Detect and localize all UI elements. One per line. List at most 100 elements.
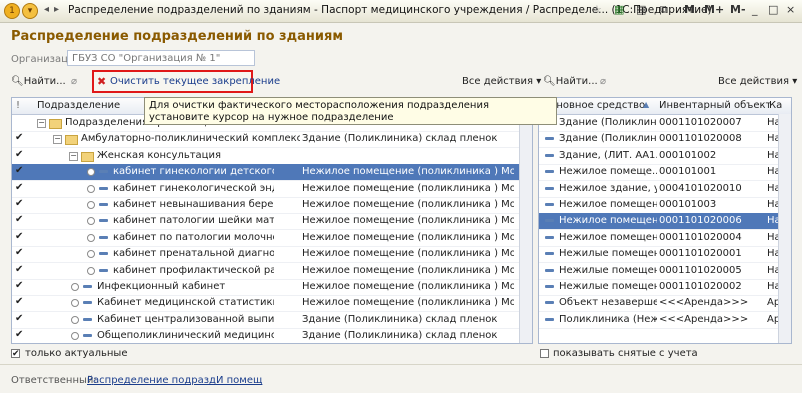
table-row[interactable]: Здание (Поликлин...0001101020008На xyxy=(539,131,791,149)
table-row[interactable]: ✔ Инфекционный кабинет Нежилое помещение (… xyxy=(12,279,532,296)
table-header: Основное средство ▲ Инвентарный объект К… xyxy=(539,98,791,115)
responsible-link[interactable]: Распределение подраздИ помещ xyxy=(87,375,262,386)
right-all-actions-button[interactable]: Все действия ▾ xyxy=(718,76,797,87)
back-arrow-icon[interactable]: ◂ xyxy=(44,4,49,15)
close-button[interactable]: × xyxy=(786,3,795,16)
app-logo-icon[interactable]: 1 xyxy=(4,3,20,19)
inventory-cell: 0001101020007 xyxy=(659,117,742,128)
assets-table[interactable]: Основное средство ▲ Инвентарный объект К… xyxy=(538,97,792,344)
check-icon: ✔ xyxy=(15,132,24,144)
left-find-button[interactable]: 🔍︎Найти... xyxy=(11,76,66,87)
table-row[interactable]: ✔ кабинет невынашивания беременности Нежил… xyxy=(12,197,532,214)
memory-mplus-button[interactable]: M+ xyxy=(704,3,724,16)
element-icon xyxy=(83,301,92,305)
element-icon xyxy=(545,186,554,190)
column-header-k[interactable]: Ка xyxy=(769,100,782,111)
asset-cell: Нежилое помещен... xyxy=(559,231,657,243)
element-icon xyxy=(83,317,92,321)
table-row[interactable]: ✔ кабинет по патологии молочной железы Неж… xyxy=(12,230,532,247)
radio-marker-icon[interactable] xyxy=(87,250,95,259)
radio-marker-icon[interactable] xyxy=(87,184,95,193)
favorite-star-icon[interactable]: ☆ xyxy=(592,3,602,16)
calendar-icon[interactable]: ▦ xyxy=(614,3,624,16)
left-scrollbar[interactable] xyxy=(519,114,532,343)
asset-cell: Здание (Поликлин... xyxy=(559,117,657,128)
radio-marker-icon[interactable] xyxy=(71,283,79,291)
table-row[interactable]: ✔ Общеполиклинический медицинский перс...… xyxy=(12,328,532,343)
column-header-department[interactable]: Подразделение xyxy=(37,100,120,111)
table-row[interactable]: ✔ кабинет гинекологии детского и подр... Н… xyxy=(12,164,532,182)
forward-arrow-icon[interactable]: ▸ xyxy=(54,4,59,15)
department-name: кабинет гинекологии детского и подр... xyxy=(113,166,274,178)
element-icon xyxy=(545,203,554,206)
memory-m-button[interactable]: M xyxy=(684,3,695,16)
copy-icon[interactable]: ⧉ xyxy=(660,3,668,17)
calculator-icon[interactable]: ▤ xyxy=(636,3,646,16)
table-row[interactable]: Поликлиника (Неж...<<<Аренда>>>Ар xyxy=(539,312,791,329)
table-row[interactable]: Нежилое здание, у...0004101020010На xyxy=(539,181,791,198)
footer-divider xyxy=(0,364,802,365)
radio-marker-icon[interactable] xyxy=(71,299,79,308)
cancel-search-icon[interactable]: ⌀ xyxy=(71,76,77,87)
radio-marker-icon[interactable] xyxy=(87,201,95,209)
asset-cell: Поликлиника (Неж... xyxy=(559,313,657,325)
check-icon: ✔ xyxy=(15,312,24,324)
table-row[interactable]: ✔ кабинет пренатальной диагностики Нежилое… xyxy=(12,246,532,264)
collapse-toggle-icon[interactable]: − xyxy=(69,151,78,161)
table-row[interactable]: Нежилые помещен...0001101020002На xyxy=(539,279,791,296)
table-row[interactable]: ✔ кабинет патологии шейки матки Нежилое по… xyxy=(12,213,532,231)
show-removed-checkbox[interactable] xyxy=(540,349,549,358)
element-icon xyxy=(83,334,92,338)
table-row[interactable]: ✔ кабинет профилактической работы Нежилое … xyxy=(12,263,532,280)
table-row[interactable]: ✔ Кабинет централизованной выписки реце..… xyxy=(12,312,532,329)
inventory-cell: 0004101020010 xyxy=(659,182,742,194)
radio-marker-icon[interactable] xyxy=(71,315,79,324)
departments-table[interactable]: ! Подразделение − Подразделения организац… xyxy=(11,97,533,344)
table-row[interactable]: ✔ − Женская консультация xyxy=(12,148,532,165)
inventory-cell: 0001101020006 xyxy=(659,215,742,227)
menu-icon[interactable]: ▾ xyxy=(22,3,38,19)
table-row[interactable]: Нежилое помещен...000101003На xyxy=(539,197,791,214)
radio-marker-icon[interactable] xyxy=(71,332,79,341)
building-cell: Здание (Поликлиника) склад пленок xyxy=(302,330,498,342)
collapse-toggle-icon[interactable]: − xyxy=(37,119,46,128)
table-row[interactable]: ✔ Кабинет медицинской статистики Нежилое п… xyxy=(12,295,532,313)
radio-marker-icon[interactable] xyxy=(87,266,95,275)
table-row[interactable]: Здание, (ЛИТ. АА1...000101002На xyxy=(539,148,791,165)
table-row[interactable]: Объект незаверше...<<<Аренда>>>Ар xyxy=(539,295,791,313)
check-icon: ✔ xyxy=(15,263,24,275)
maximize-button[interactable]: □ xyxy=(768,3,778,16)
column-header-inventory[interactable]: Инвентарный объект xyxy=(659,100,771,111)
table-row[interactable]: ✔ кабинет гинекологической эндокрино... Не… xyxy=(12,181,532,198)
table-row[interactable]: Нежилое помещен...0001101020006На xyxy=(539,213,791,231)
asset-cell: Нежилое помеще... xyxy=(559,166,657,178)
cancel-search-icon-right[interactable]: ⌀ xyxy=(600,76,606,87)
right-scrollbar[interactable] xyxy=(778,114,791,343)
form-heading: Распределение подразделений по зданиям xyxy=(11,29,343,44)
minimize-button[interactable]: _ xyxy=(752,3,758,16)
table-row[interactable]: Здание (Поликлин...0001101020007На xyxy=(539,115,791,132)
table-row[interactable]: Нежилое помеще...000101001На xyxy=(539,164,791,182)
memory-mminus-button[interactable]: M- xyxy=(730,3,746,16)
check-icon: ✔ xyxy=(15,280,24,291)
only-actual-checkbox[interactable]: ✔ xyxy=(11,349,20,359)
radio-marker-icon[interactable] xyxy=(87,168,95,177)
table-row[interactable]: Нежилые помещен...0001101020005На xyxy=(539,263,791,280)
radio-marker-icon[interactable] xyxy=(87,233,95,242)
table-row[interactable]: Нежилое помещен...0001101020004На xyxy=(539,230,791,247)
table-row[interactable]: Нежилые помещен...0001101020001На xyxy=(539,246,791,264)
clear-assignment-button[interactable]: ✖ Очистить текущее закрепление xyxy=(92,70,280,93)
check-icon: ✔ xyxy=(15,148,24,160)
collapse-toggle-icon[interactable]: − xyxy=(53,135,62,145)
inventory-cell: <<<Аренда>>> xyxy=(659,297,749,309)
table-row[interactable]: ✔ − Амбулаторно-поликлинический комплекс №… xyxy=(12,131,532,149)
department-name: кабинет патологии шейки матки xyxy=(113,215,274,227)
right-find-button[interactable]: 🔍︎Найти... xyxy=(543,76,598,87)
inventory-cell: 0001101020005 xyxy=(659,264,742,276)
asset-cell: Нежилые помещен... xyxy=(559,281,657,292)
column-header-asset[interactable]: Основное средство xyxy=(543,100,645,111)
radio-marker-icon[interactable] xyxy=(87,217,95,226)
element-icon xyxy=(545,153,554,157)
left-all-actions-button[interactable]: Все действия ▾ xyxy=(462,76,541,87)
org-field[interactable]: ГБУЗ СО "Организация № 1" xyxy=(67,50,255,66)
